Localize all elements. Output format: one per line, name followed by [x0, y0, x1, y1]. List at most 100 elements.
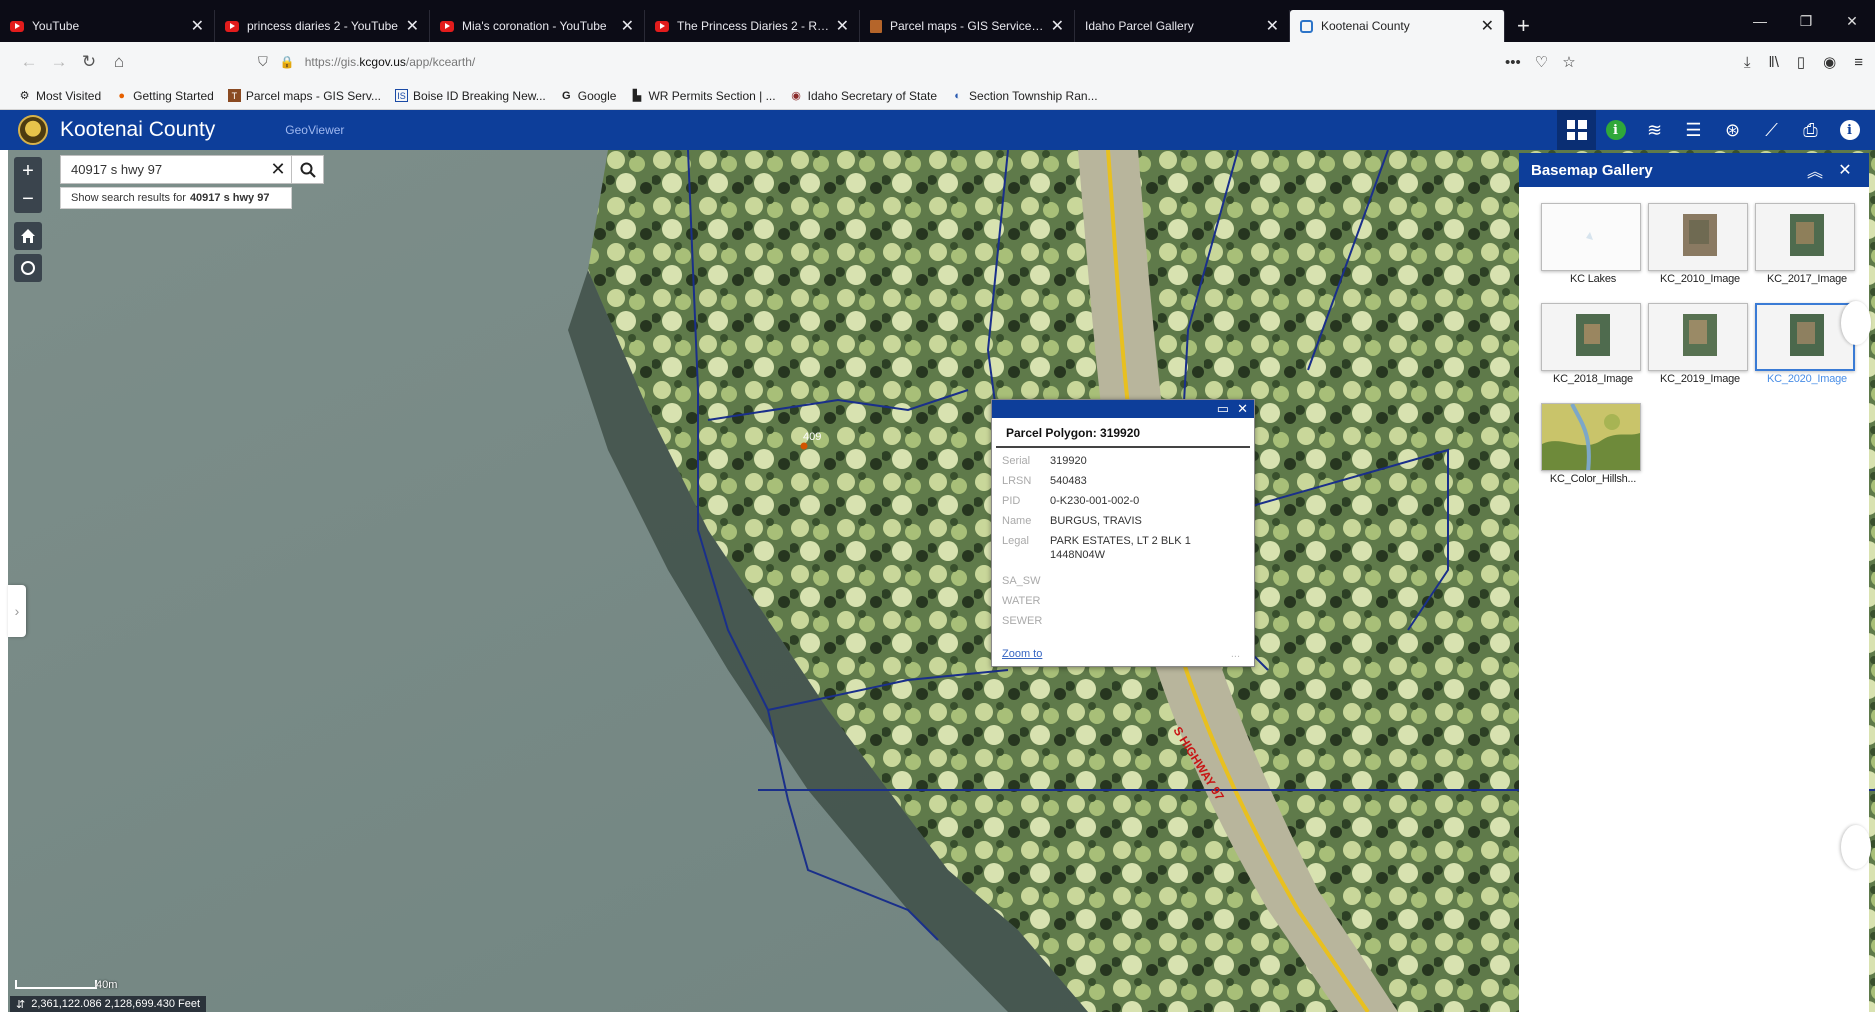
- toolbar-right: ⤓ ‖\ ▯ ◉ ≡: [1744, 48, 1863, 76]
- header-toolbar: i ≋ ☰ ⊛ ⟋ ⎙ i: [1557, 110, 1869, 150]
- field-key: LRSN: [1002, 475, 1032, 487]
- imagery-thumbnail: [1756, 204, 1854, 270]
- basemap-gallery-button[interactable]: [1557, 110, 1596, 150]
- address-marker-icon[interactable]: [800, 442, 808, 450]
- suggestion-prefix: Show search results for: [71, 192, 186, 204]
- tab-close-icon[interactable]: ✕: [621, 16, 634, 36]
- search-input[interactable]: [61, 156, 265, 183]
- bookmark-item[interactable]: ⚙ Most Visited: [18, 89, 102, 103]
- basemap-item[interactable]: KC_2017_Image: [1755, 203, 1859, 285]
- grid-icon: [1566, 120, 1587, 140]
- legend-button[interactable]: ☰: [1674, 110, 1713, 150]
- my-location-button[interactable]: [14, 254, 42, 282]
- bookmarks-bar: ⚙ Most Visited ● Getting Started T Parcel m…: [0, 82, 1875, 110]
- identify-button[interactable]: i: [1596, 110, 1635, 150]
- bookmark-star-icon[interactable]: ☆: [1562, 53, 1575, 71]
- layers-button[interactable]: ≋: [1635, 110, 1674, 150]
- tracking-shield-icon[interactable]: ⛉: [258, 54, 268, 70]
- basemap-item[interactable]: KC_2019_Image: [1648, 303, 1752, 385]
- field-key: WATER: [1002, 595, 1041, 607]
- browser-tab-active[interactable]: Kootenai County ✕: [1290, 10, 1505, 42]
- search-button[interactable]: [292, 155, 324, 184]
- field-key: PID: [1002, 495, 1021, 507]
- tab-title: Parcel maps - GIS Services - ...: [890, 19, 1045, 33]
- page-actions-icon[interactable]: •••: [1505, 54, 1521, 71]
- basemap-item[interactable]: KC_Color_Hillsh...: [1541, 403, 1645, 485]
- url-bar[interactable]: ⛉ 🔒 https://gis. kcgov.us/app/kcearth/: [248, 48, 1578, 76]
- minimize-icon[interactable]: —: [1737, 0, 1783, 42]
- basemap-item[interactable]: KC Lakes: [1541, 203, 1645, 285]
- scrollbar-knob[interactable]: [1841, 825, 1871, 869]
- basemap-item[interactable]: KC_2010_Image: [1648, 203, 1752, 285]
- zoom-in-button[interactable]: +: [14, 157, 42, 185]
- library-icon[interactable]: ‖\: [1769, 54, 1779, 71]
- zoom-out-button[interactable]: −: [14, 185, 42, 213]
- browser-tab-bar: YouTube ✕ princess diaries 2 - YouTube ✕…: [0, 0, 1875, 42]
- collapse-icon[interactable]: ︽: [1803, 158, 1827, 182]
- basemap-thumbnail: [1755, 203, 1855, 271]
- zoom-to-link[interactable]: Zoom to: [1002, 648, 1042, 660]
- pocket-icon[interactable]: ♡: [1535, 53, 1548, 71]
- scrollbar-knob[interactable]: [1841, 301, 1871, 345]
- browser-tab[interactable]: YouTube ✕: [0, 10, 215, 42]
- browser-tab[interactable]: Idaho Parcel Gallery ✕: [1075, 10, 1290, 42]
- restore-icon[interactable]: ❐: [1783, 0, 1829, 42]
- imagery-thumbnail: [1757, 305, 1853, 369]
- basemap-label: KC_2010_Image: [1660, 273, 1740, 285]
- tab-close-icon[interactable]: ✕: [191, 16, 204, 36]
- draw-button[interactable]: ⊛: [1713, 110, 1752, 150]
- tab-close-icon[interactable]: ✕: [1481, 16, 1494, 36]
- downloads-icon[interactable]: ⤓: [1744, 54, 1751, 71]
- search-suggestion[interactable]: Show search results for 40917 s hwy 97: [60, 187, 292, 209]
- idaho-icon: ▙: [632, 90, 642, 102]
- tab-close-icon[interactable]: ✕: [1266, 16, 1279, 36]
- new-tab-button[interactable]: +: [1505, 10, 1542, 42]
- field-value: 540483: [1050, 475, 1087, 487]
- lock-icon[interactable]: 🔒: [280, 55, 295, 69]
- account-icon[interactable]: ◉: [1823, 53, 1836, 71]
- bookmark-item[interactable]: T Parcel maps - GIS Serv...: [227, 89, 381, 103]
- bookmark-item[interactable]: ● Getting Started: [115, 89, 214, 103]
- bookmark-item[interactable]: ◉ Idaho Secretary of State: [790, 89, 937, 103]
- browser-tab[interactable]: princess diaries 2 - YouTube ✕: [215, 10, 430, 42]
- close-icon[interactable]: ✕: [1237, 401, 1248, 417]
- forward-icon[interactable]: →: [44, 47, 74, 77]
- tab-close-icon[interactable]: ✕: [836, 16, 849, 36]
- coordinate-readout: ⇵ 2,361,122.086 2,128,699.430 Feet: [10, 996, 207, 1012]
- field-key: SA_SW: [1002, 575, 1041, 587]
- sidebar-icon[interactable]: ▯: [1797, 53, 1805, 71]
- about-button[interactable]: i: [1830, 110, 1869, 150]
- browser-tab[interactable]: Mia's coronation - YouTube ✕: [430, 10, 645, 42]
- basemap-label: KC_2019_Image: [1660, 373, 1740, 385]
- bookmark-item[interactable]: G Google: [560, 89, 616, 103]
- tab-close-icon[interactable]: ✕: [406, 16, 419, 36]
- clear-search-icon[interactable]: ✕: [265, 156, 291, 183]
- reload-icon[interactable]: ↻: [74, 47, 104, 77]
- popup-more-button[interactable]: ...: [1231, 648, 1240, 660]
- bookmark-item[interactable]: ◐ Section Township Ran...: [951, 89, 1097, 103]
- basemap-item[interactable]: KC_2018_Image: [1541, 303, 1645, 385]
- close-window-icon[interactable]: ✕: [1829, 0, 1875, 42]
- browser-tab[interactable]: The Princess Diaries 2 - Royal ... ✕: [645, 10, 860, 42]
- home-icon[interactable]: ⌂: [104, 47, 134, 77]
- coordinate-toggle-icon[interactable]: ⇵: [16, 998, 25, 1011]
- bookmark-item[interactable]: IS Boise ID Breaking New...: [395, 89, 546, 103]
- side-panel-toggle[interactable]: ›: [8, 585, 26, 637]
- tab-title: The Princess Diaries 2 - Royal ...: [677, 19, 830, 33]
- measure-button[interactable]: ⟋: [1752, 110, 1791, 150]
- field-value: BURGUS, TRAVIS: [1050, 515, 1142, 527]
- tab-close-icon[interactable]: ✕: [1051, 16, 1064, 36]
- close-icon[interactable]: ✕: [1833, 160, 1857, 180]
- bookmark-label: Boise ID Breaking New...: [413, 88, 546, 103]
- gear-icon: ⚙: [19, 90, 30, 102]
- menu-icon[interactable]: ≡: [1854, 54, 1863, 71]
- print-button[interactable]: ⎙: [1791, 110, 1830, 150]
- default-extent-button[interactable]: [14, 222, 42, 250]
- field-value: [1050, 594, 1210, 608]
- bookmark-label: WR Permits Section | ...: [648, 88, 776, 103]
- bookmark-item[interactable]: ▙ WR Permits Section | ...: [630, 88, 776, 103]
- maximize-icon[interactable]: ▭: [1217, 401, 1229, 417]
- browser-tab[interactable]: Parcel maps - GIS Services - ... ✕: [860, 10, 1075, 42]
- back-icon[interactable]: ←: [14, 47, 44, 77]
- popup-field: LRSN 540483: [992, 474, 1254, 488]
